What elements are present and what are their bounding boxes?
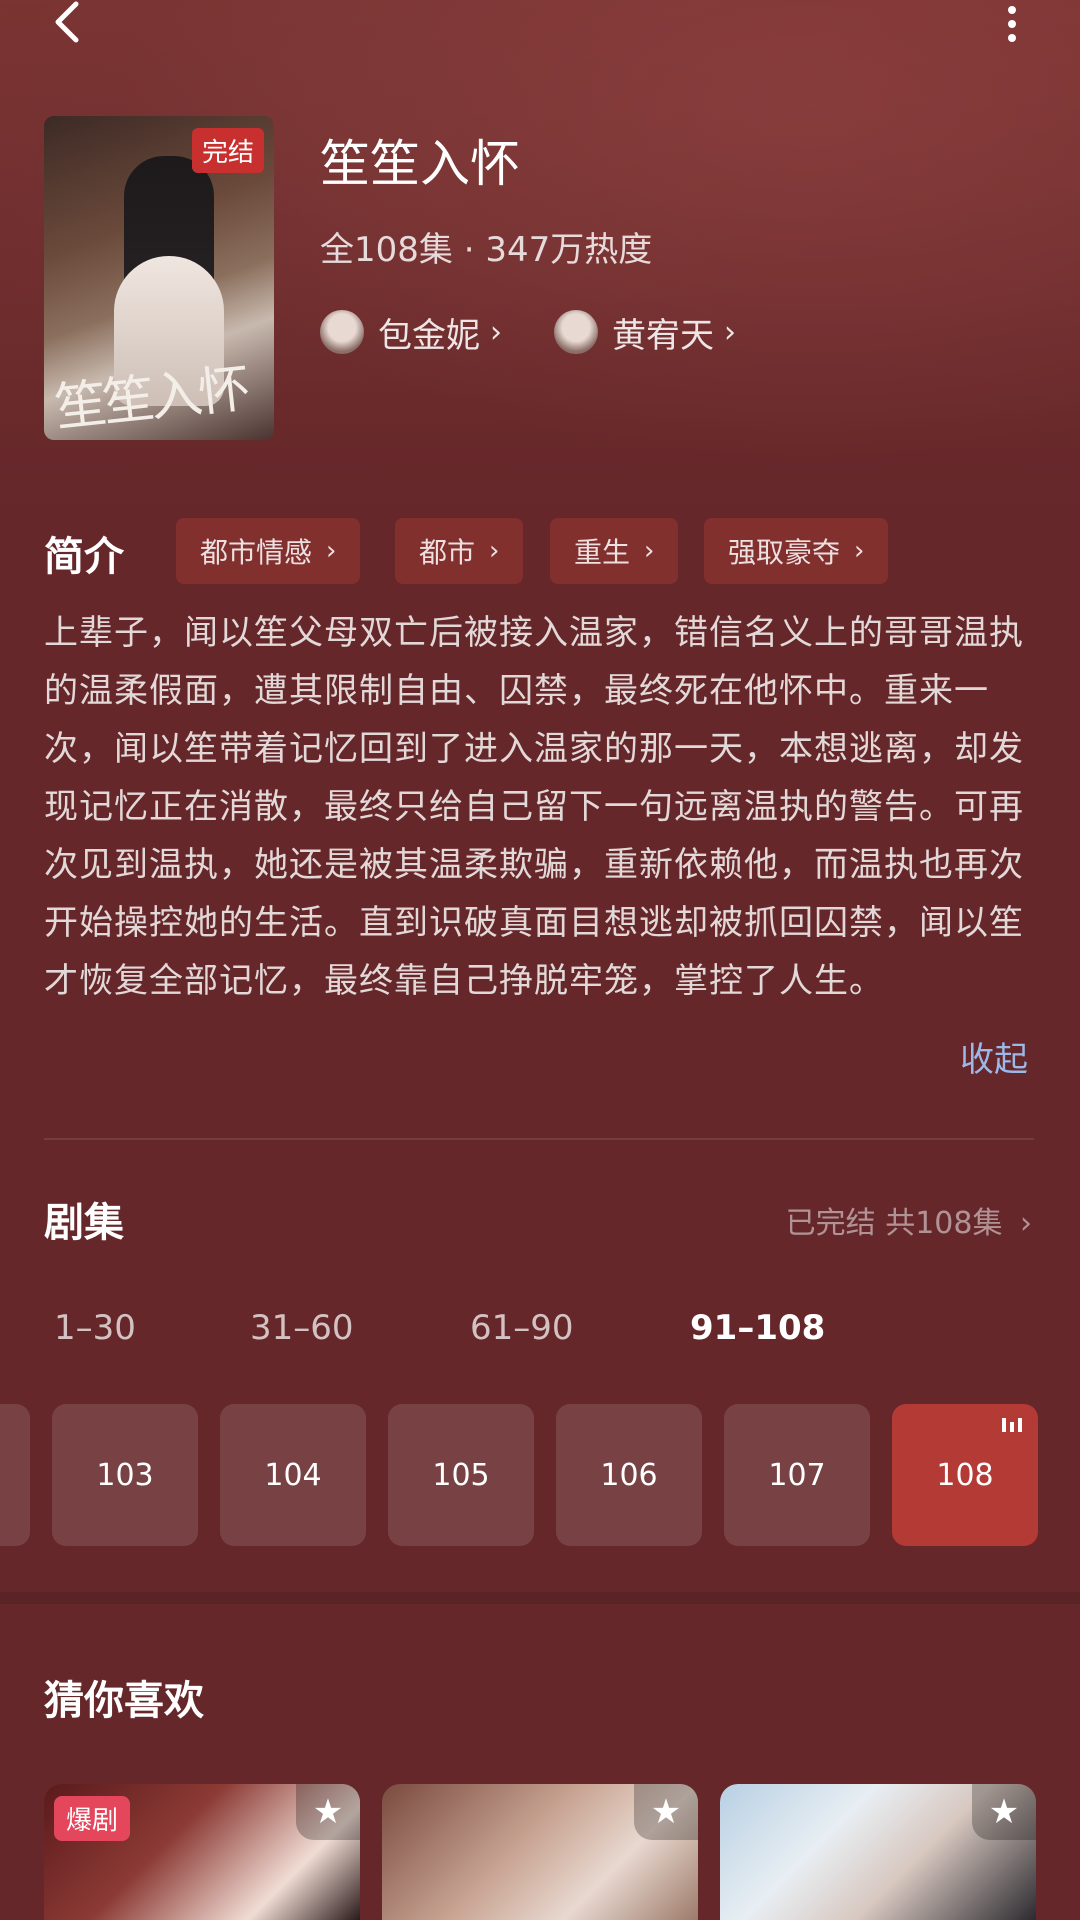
tag-rebirth[interactable]: 重生 ›	[550, 518, 679, 584]
avatar	[320, 310, 364, 354]
range-tab-3[interactable]: 61–90	[470, 1308, 574, 1348]
episode-tile[interactable]: 104	[220, 1404, 366, 1546]
tag-label: 强取豪夺	[728, 536, 841, 569]
back-arrow-icon[interactable]	[40, 0, 100, 50]
section-separator	[0, 1592, 1080, 1604]
chevron-right-icon: ›	[724, 314, 736, 350]
episode-number: 108	[936, 1457, 994, 1493]
actor-link-1[interactable]: 包金妮 ›	[320, 308, 502, 356]
actor-link-2[interactable]: 黄宥天 ›	[554, 308, 736, 356]
chevron-right-icon: ›	[326, 536, 337, 566]
star-icon[interactable]: ★	[296, 1784, 360, 1840]
actor-name: 包金妮	[378, 315, 480, 356]
recommend-card[interactable]: ★	[720, 1784, 1036, 1920]
episode-tile-current[interactable]: 108	[892, 1404, 1038, 1546]
recommend-card[interactable]: ★	[382, 1784, 698, 1920]
tag-urban-romance[interactable]: 都市情感 ›	[176, 518, 361, 584]
collapse-button[interactable]: 收起	[960, 1032, 1028, 1081]
drama-poster[interactable]: 笙笙入怀 完结	[44, 116, 274, 440]
divider	[44, 1138, 1034, 1140]
episodes-status-link[interactable]: 已完结 共108集 ›	[786, 1198, 1032, 1242]
episode-tile-partial[interactable]	[0, 1404, 30, 1546]
episode-tile[interactable]: 106	[556, 1404, 702, 1546]
drama-meta: 全108集 · 347万热度	[320, 230, 653, 270]
chevron-right-icon: ›	[1020, 1206, 1032, 1241]
episodes-status-text: 已完结 共108集	[785, 1206, 1003, 1241]
actor-name: 黄宥天	[612, 315, 714, 356]
star-icon[interactable]: ★	[972, 1784, 1036, 1840]
more-vertical-icon[interactable]	[990, 2, 1034, 46]
avatar	[554, 310, 598, 354]
tag-label: 重生	[574, 536, 631, 569]
range-tab-4[interactable]: 91–108	[690, 1308, 825, 1348]
tag-label: 都市情感	[200, 536, 313, 569]
episode-tile[interactable]: 107	[724, 1404, 870, 1546]
recommend-card[interactable]: 爆剧 ★	[44, 1784, 360, 1920]
chevron-right-icon: ›	[644, 536, 655, 566]
now-playing-icon	[1002, 1418, 1024, 1432]
tag-forced-love[interactable]: 强取豪夺 ›	[704, 518, 889, 584]
range-tab-1[interactable]: 1–30	[54, 1308, 136, 1348]
episode-tile[interactable]: 103	[52, 1404, 198, 1546]
chevron-right-icon: ›	[854, 536, 865, 566]
star-icon[interactable]: ★	[634, 1784, 698, 1840]
range-tab-2[interactable]: 31–60	[250, 1308, 354, 1348]
chevron-right-icon: ›	[490, 314, 502, 350]
synopsis-text: 上辈子，闻以笙父母双亡后被接入温家，错信名义上的哥哥温执的温柔假面，遭其限制自由…	[44, 613, 1024, 1001]
hot-badge: 爆剧	[54, 1796, 131, 1841]
completed-badge: 完结	[191, 128, 264, 173]
drama-title: 笙笙入怀	[320, 135, 520, 193]
tag-urban[interactable]: 都市 ›	[395, 518, 524, 584]
synopsis-heading: 简介	[44, 534, 124, 580]
episodes-heading: 剧集	[44, 1200, 124, 1246]
chevron-right-icon: ›	[489, 536, 500, 566]
poster-title-calligraphy: 笙笙入怀	[51, 359, 250, 439]
episode-tile[interactable]: 105	[388, 1404, 534, 1546]
recommend-heading: 猜你喜欢	[44, 1678, 204, 1724]
tag-label: 都市	[419, 536, 476, 569]
